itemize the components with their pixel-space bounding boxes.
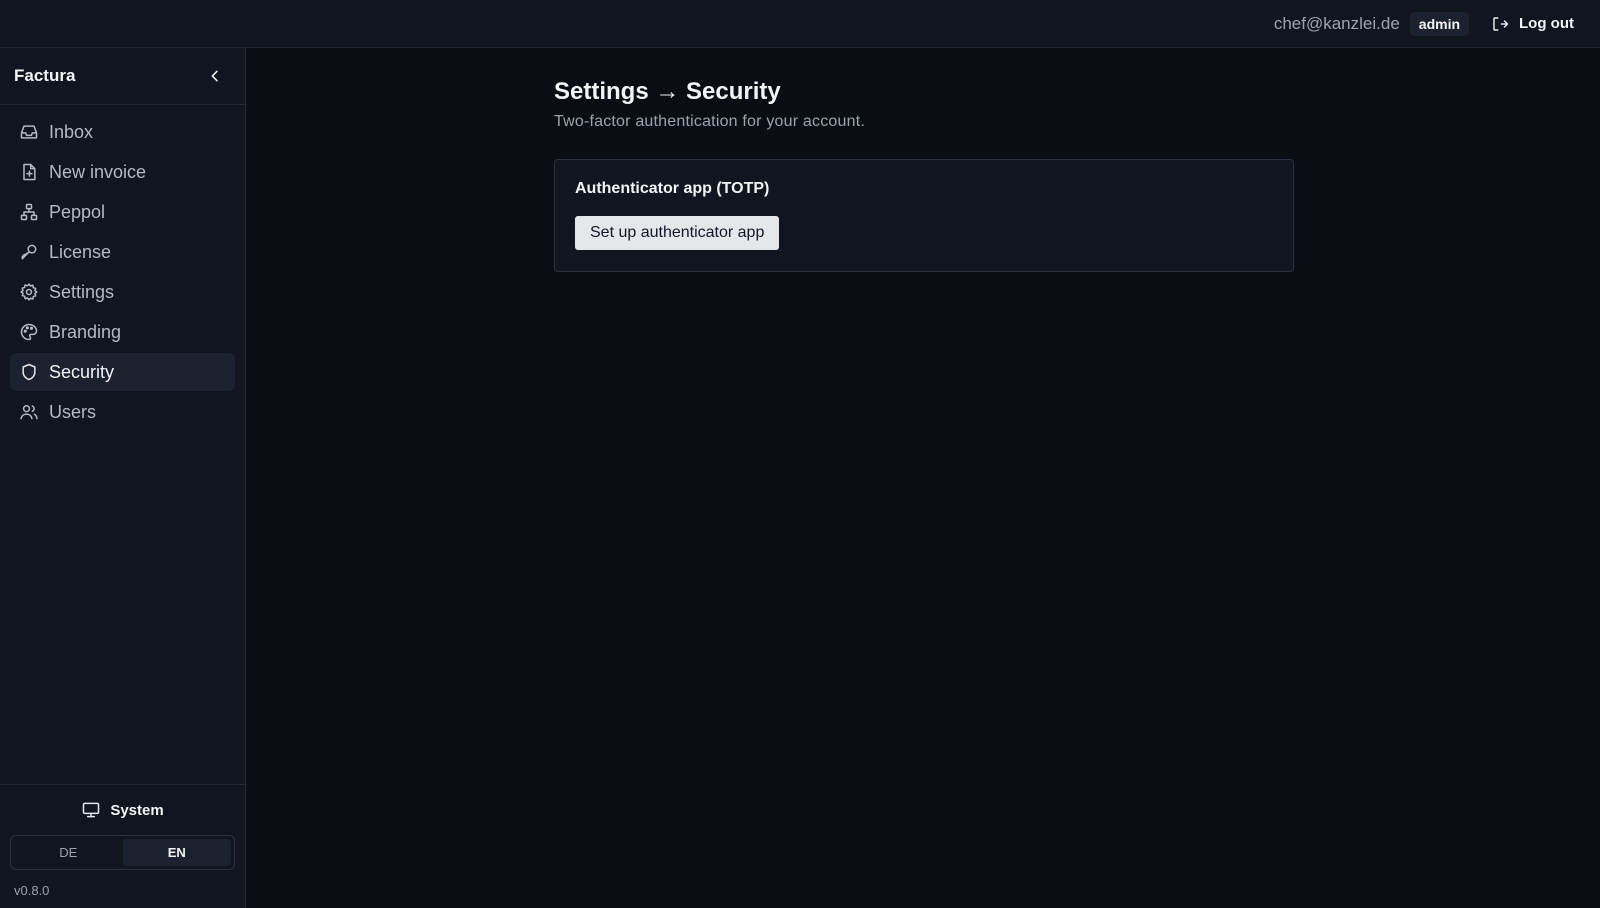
totp-card: Authenticator app (TOTP) Set up authenti… <box>554 159 1294 272</box>
chevron-left-icon <box>211 70 218 82</box>
card-title: Authenticator app (TOTP) <box>575 180 770 197</box>
page-subtitle: Two-factor authentication for your accou… <box>554 113 865 130</box>
inbox-icon <box>20 125 38 139</box>
sidebar-item-label: Peppol <box>49 201 106 222</box>
monitor-icon <box>83 802 100 818</box>
page-title: Settings → Security <box>554 78 781 105</box>
main-content: Settings → Security Two-factor authentic… <box>554 78 1294 272</box>
language-option-en[interactable]: EN <box>122 839 231 866</box>
sidebar-item-label: Branding <box>49 321 122 342</box>
app-brand: Factura <box>14 66 76 85</box>
sidebar-item-label: Settings <box>49 281 115 302</box>
sidebar-item-security[interactable]: Security <box>10 353 235 391</box>
logout-icon <box>1493 16 1509 31</box>
language-switcher: DE EN <box>10 835 235 870</box>
collapse-sidebar-button[interactable] <box>207 68 223 84</box>
sidebar-item-users[interactable]: Users <box>10 393 235 431</box>
user-email: chef@kanzlei.de <box>1273 13 1400 33</box>
sidebar: Factura Inbox New invoice Peppol License… <box>0 48 246 908</box>
sidebar-item-label: Security <box>49 361 115 382</box>
shield-icon <box>22 363 36 381</box>
sidebar-item-license[interactable]: License <box>10 233 235 271</box>
sidebar-item-branding[interactable]: Branding <box>10 313 235 351</box>
app-version: v0.8.0 <box>14 883 50 898</box>
gear-icon <box>20 283 38 301</box>
palette-icon <box>20 323 38 341</box>
logout-button[interactable]: Log out <box>1491 15 1574 33</box>
sidebar-footer: System DE EN v0.8.0 <box>0 784 245 908</box>
theme-toggle[interactable]: System <box>0 800 245 820</box>
role-badge: admin <box>1409 11 1470 36</box>
users-icon <box>20 405 38 420</box>
file-plus-icon <box>23 163 36 181</box>
network-icon <box>20 203 38 221</box>
sidebar-header: Factura <box>0 48 245 105</box>
top-bar: chef@kanzlei.de admin Log out <box>0 0 1600 48</box>
theme-label: System <box>110 801 164 819</box>
sidebar-item-peppol[interactable]: Peppol <box>10 193 235 231</box>
logout-label: Log out <box>1519 15 1574 32</box>
sidebar-item-label: License <box>49 241 112 262</box>
sidebar-nav: Inbox New invoice Peppol License Setting… <box>0 105 245 441</box>
sidebar-item-label: New invoice <box>49 161 147 182</box>
sidebar-item-label: Inbox <box>49 121 94 142</box>
key-icon <box>21 244 37 260</box>
sidebar-item-label: Users <box>49 401 97 422</box>
sidebar-item-new-invoice[interactable]: New invoice <box>10 153 235 191</box>
sidebar-item-inbox[interactable]: Inbox <box>10 113 235 151</box>
sidebar-item-settings[interactable]: Settings <box>10 273 235 311</box>
language-option-de[interactable]: DE <box>14 839 123 866</box>
setup-authenticator-button[interactable]: Set up authenticator app <box>575 216 780 250</box>
